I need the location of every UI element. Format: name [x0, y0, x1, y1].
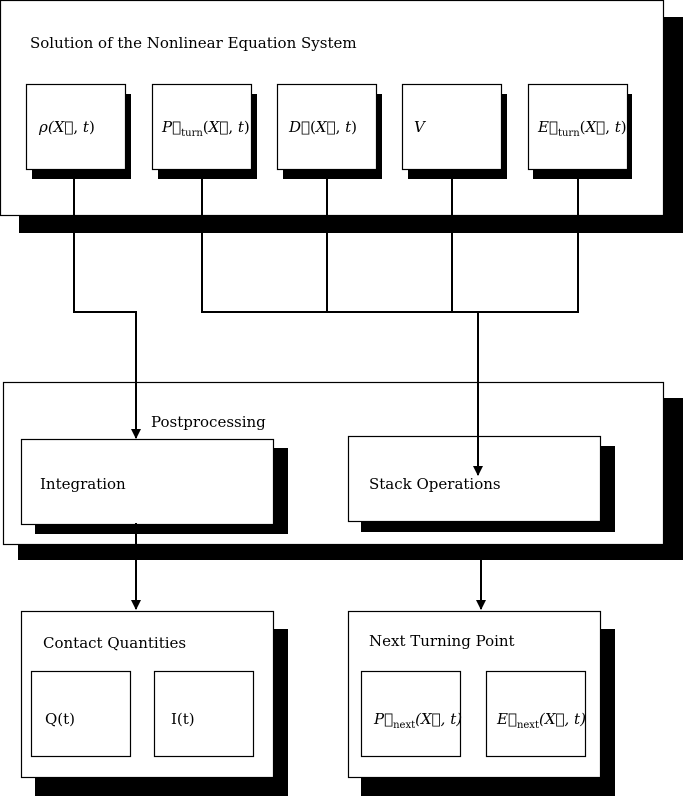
p-turn-label: P⃗ — [161, 118, 181, 136]
svg-text:E⃗turn(X⃗, t): E⃗turn(X⃗, t) — [537, 118, 627, 139]
stack-operations-label: Stack Operations — [369, 475, 501, 493]
rho-label: ρ( — [38, 118, 55, 136]
variable-box-rho[interactable]: ρ(X⃗, t) — [25, 83, 132, 180]
stack-operations-box[interactable]: Stack Operations — [347, 435, 616, 533]
i-box[interactable]: I(t) — [153, 670, 255, 758]
variable-box-v[interactable]: V — [401, 83, 508, 180]
svg-text:E⃗next(X⃗, t): E⃗next(X⃗, t) — [496, 710, 586, 731]
next-turning-point-title: Next Turning Point — [369, 632, 515, 650]
contact-quantities-title: Contact Quantities — [43, 634, 186, 652]
variable-box-p-turn[interactable]: P⃗turn(X⃗, t) — [151, 83, 258, 180]
variable-box-e-turn[interactable]: E⃗turn(X⃗, t) — [527, 83, 633, 180]
q-label: Q(t) — [45, 710, 75, 728]
next-turning-point-group[interactable]: Next Turning Point P⃗next(X⃗, t) E⃗next(… — [347, 610, 616, 796]
e-next-box[interactable]: E⃗next(X⃗, t) — [485, 670, 587, 758]
integration-label: Integration — [40, 475, 126, 493]
e-next-label: E⃗ — [496, 710, 517, 728]
p-next-box[interactable]: P⃗next(X⃗, t) — [360, 670, 463, 758]
svg-text:P⃗next(X⃗, t): P⃗next(X⃗, t) — [373, 710, 462, 731]
integration-box[interactable]: Integration — [20, 438, 289, 535]
d-label: D⃗ — [288, 118, 310, 136]
svg-text:P⃗turn(X⃗, t): P⃗turn(X⃗, t) — [161, 118, 250, 139]
e-turn-label: E⃗ — [537, 118, 558, 136]
svg-text:ρ(X⃗, t): ρ(X⃗, t) — [38, 118, 95, 136]
variable-box-d[interactable]: D⃗(X⃗, t) — [276, 83, 383, 180]
p-next-label: P⃗ — [373, 710, 393, 728]
q-box[interactable]: Q(t) — [30, 670, 132, 758]
solution-group-title: Solution of the Nonlinear Equation Syste… — [30, 34, 357, 52]
postprocessing-title: Postprocessing — [151, 413, 266, 431]
flow-diagram: Solution of the Nonlinear Equation Syste… — [0, 0, 683, 796]
contact-quantities-group[interactable]: Contact Quantities Q(t) I(t) — [20, 610, 289, 796]
i-label: I(t) — [171, 710, 195, 728]
svg-text:D⃗(X⃗, t): D⃗(X⃗, t) — [288, 118, 357, 136]
